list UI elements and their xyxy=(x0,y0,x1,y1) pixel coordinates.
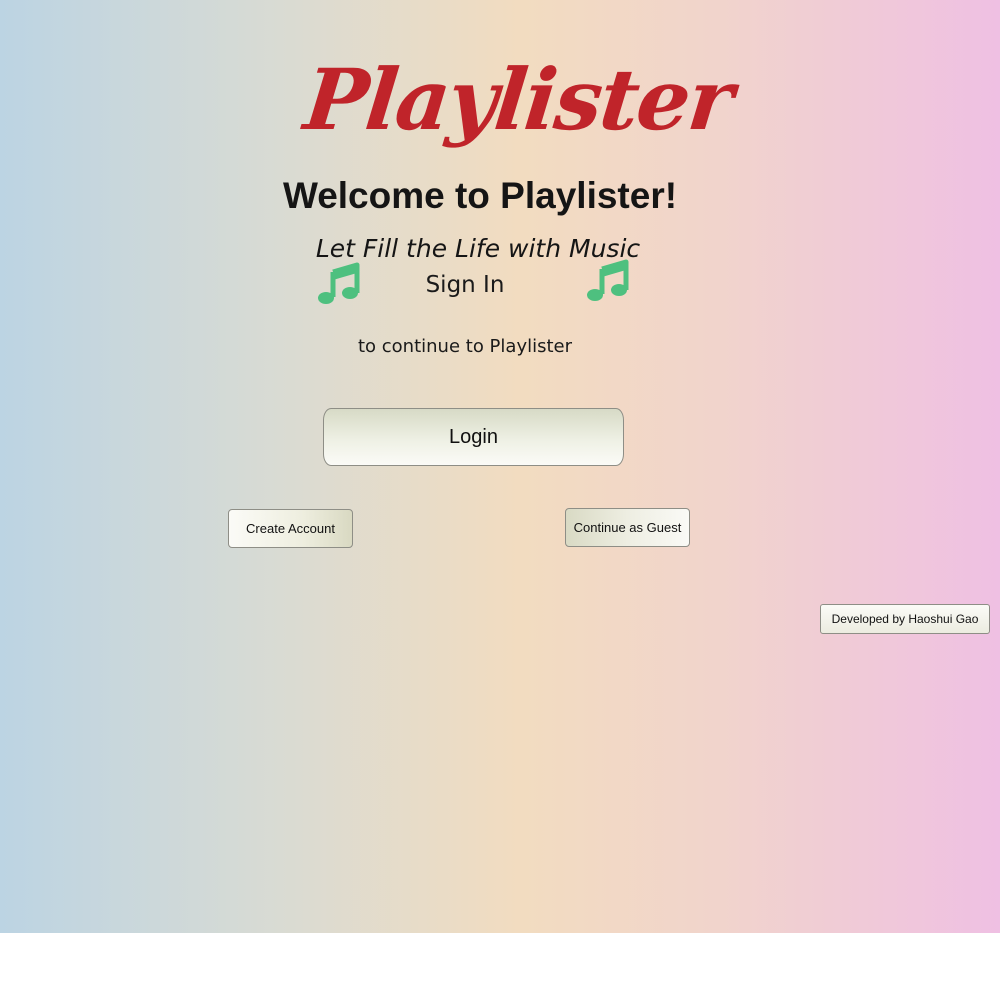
sign-in-heading: Sign In xyxy=(425,272,505,298)
music-note-icon xyxy=(318,262,360,304)
playlister-logo: Playlister xyxy=(299,50,737,149)
welcome-title: Welcome to Playlister! xyxy=(282,175,678,216)
login-button[interactable]: Login xyxy=(323,408,624,466)
sign-in-subtext: to continue to Playlister xyxy=(357,336,573,357)
developer-credit-button[interactable]: Developed by Haoshui Gao xyxy=(820,604,990,634)
music-note-icon xyxy=(587,259,629,301)
continue-as-guest-button[interactable]: Continue as Guest xyxy=(565,508,690,547)
splash-background: Playlister Welcome to Playlister! Let Fi… xyxy=(0,0,1000,933)
create-account-button[interactable]: Create Account xyxy=(228,509,353,548)
